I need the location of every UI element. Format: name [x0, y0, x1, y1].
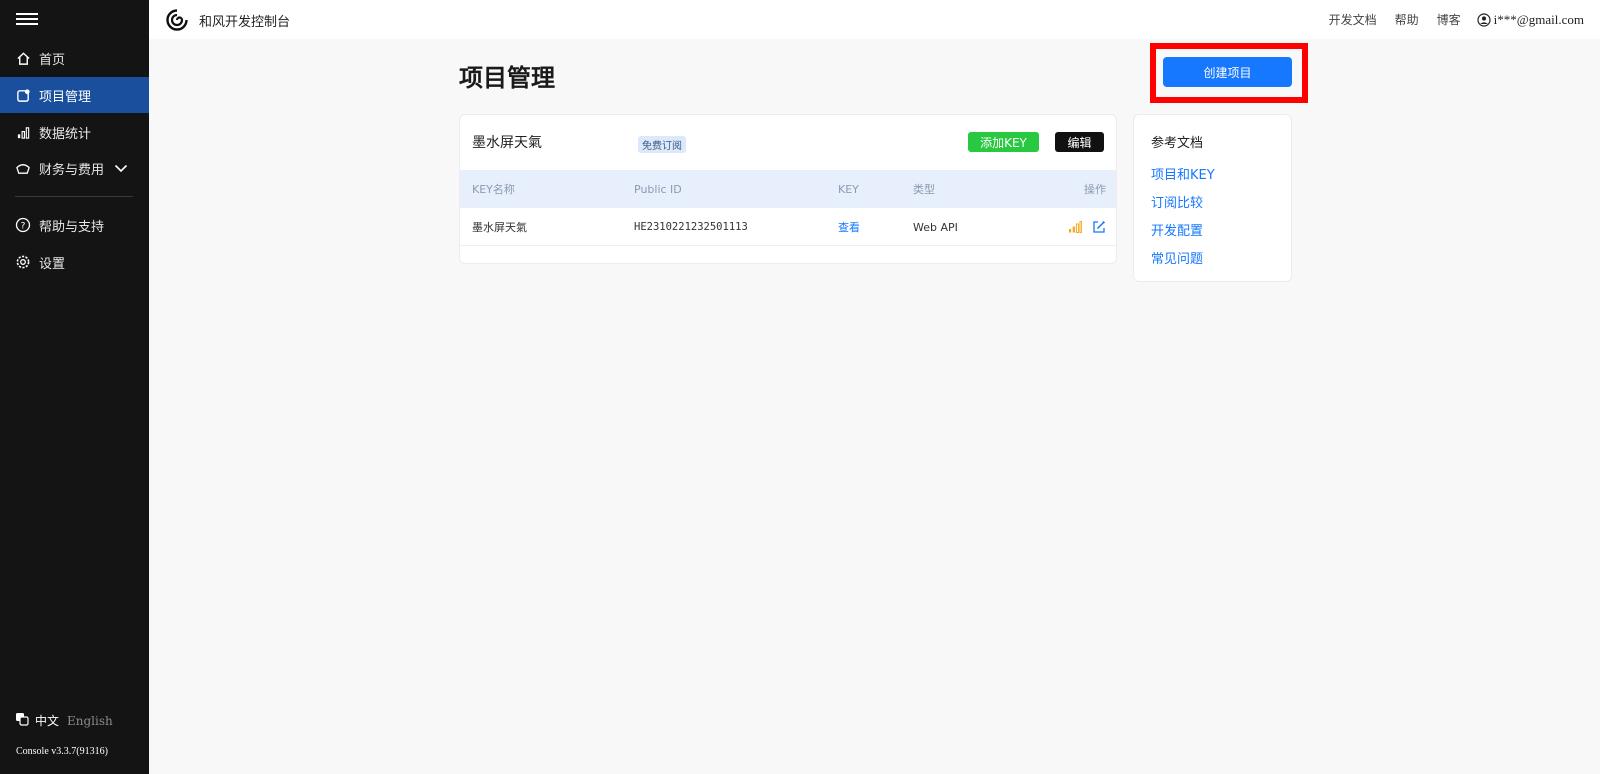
chevron-down-icon[interactable]: [114, 163, 128, 173]
project-icon: [15, 87, 31, 103]
user-email: i***@gmail.com: [1493, 11, 1584, 27]
column-header-type: 类型: [913, 183, 935, 196]
sidebar-item-help[interactable]: ? 帮助与支持: [0, 207, 149, 243]
sidebar-item-label: 首页: [39, 52, 66, 68]
column-header-actions: 操作: [1084, 183, 1106, 196]
menu-toggle-icon[interactable]: [16, 10, 38, 30]
translate-icon: [15, 712, 29, 729]
view-key-link[interactable]: 查看: [838, 208, 860, 246]
edit-project-button[interactable]: 编辑: [1055, 132, 1104, 152]
ref-link-faq[interactable]: 常见问题: [1151, 248, 1203, 267]
home-icon: [15, 50, 31, 66]
create-project-button[interactable]: 创建项目: [1163, 57, 1292, 87]
bar-chart-icon: [15, 124, 31, 140]
top-bar: 和风开发控制台 开发文档 帮助 博客 i***@gmail.com: [149, 0, 1600, 39]
docs-link[interactable]: 开发文档: [1329, 11, 1377, 28]
column-header-key: KEY: [838, 182, 859, 196]
sidebar: 首页 项目管理 数据统计 财务与费用 ? 帮助与支持 设置 中文 English…: [0, 0, 149, 774]
blog-link[interactable]: 博客: [1437, 11, 1461, 28]
lang-en-option[interactable]: English: [67, 714, 113, 728]
user-menu[interactable]: i***@gmail.com: [1477, 12, 1584, 28]
sidebar-item-home[interactable]: 首页: [0, 40, 149, 76]
help-circle-icon: ?: [15, 217, 31, 233]
type-cell: Web API: [913, 220, 958, 234]
stats-icon[interactable]: [1068, 221, 1082, 233]
actions-cell: [1058, 208, 1106, 246]
help-link[interactable]: 帮助: [1395, 11, 1419, 28]
ref-link-dev-config[interactable]: 开发配置: [1151, 220, 1203, 239]
sidebar-item-projects[interactable]: 项目管理: [0, 77, 149, 113]
wallet-icon: [15, 160, 31, 176]
gear-icon: [15, 254, 31, 270]
project-card: 墨水屏天氣 免费订阅 添加KEY 编辑 KEY名称 Public ID KEY …: [459, 114, 1117, 264]
edit-icon[interactable]: [1092, 220, 1106, 234]
language-switcher: 中文 English: [15, 712, 113, 729]
plan-badge: 免费订阅: [638, 136, 686, 153]
sidebar-item-label: 财务与费用: [39, 162, 105, 178]
app-title: 和风开发控制台: [199, 15, 291, 30]
add-key-button[interactable]: 添加KEY: [968, 132, 1039, 152]
sidebar-item-label: 帮助与支持: [39, 219, 105, 235]
sidebar-item-finance[interactable]: 财务与费用: [0, 150, 149, 186]
sidebar-divider: [15, 196, 133, 197]
sidebar-item-label: 项目管理: [39, 89, 92, 105]
table-row: 墨水屏天氣 HE2310221232501113 查看 Web API: [460, 208, 1116, 246]
sidebar-item-settings[interactable]: 设置: [0, 244, 149, 280]
column-header-public-id: Public ID: [634, 182, 682, 196]
reference-docs-card: 参考文档 项目和KEY 订阅比较 开发配置 常见问题: [1133, 114, 1292, 282]
logo-icon[interactable]: [165, 8, 189, 32]
sidebar-item-label: 设置: [39, 256, 66, 272]
ref-link-project-key[interactable]: 项目和KEY: [1151, 164, 1215, 183]
ref-docs-title: 参考文档: [1151, 136, 1204, 151]
top-nav: 开发文档 帮助 博客 i***@gmail.com: [1311, 0, 1584, 39]
column-header-key-name: KEY名称: [472, 183, 515, 196]
svg-text:?: ?: [21, 222, 26, 232]
sidebar-item-label: 数据统计: [39, 126, 92, 142]
version-label: Console v3.3.7(91316): [16, 746, 108, 757]
key-name-cell: 墨水屏天氣: [472, 221, 527, 234]
page-title: 项目管理: [459, 64, 555, 92]
public-id-cell: HE2310221232501113: [634, 221, 748, 233]
table-header: KEY名称 Public ID KEY 类型 操作: [460, 170, 1116, 208]
ref-link-subscription-compare[interactable]: 订阅比较: [1151, 192, 1203, 211]
user-avatar-icon: [1477, 12, 1491, 27]
project-name: 墨水屏天氣: [472, 135, 542, 151]
lang-zh-option[interactable]: 中文: [35, 712, 59, 729]
sidebar-item-stats[interactable]: 数据统计: [0, 114, 149, 150]
